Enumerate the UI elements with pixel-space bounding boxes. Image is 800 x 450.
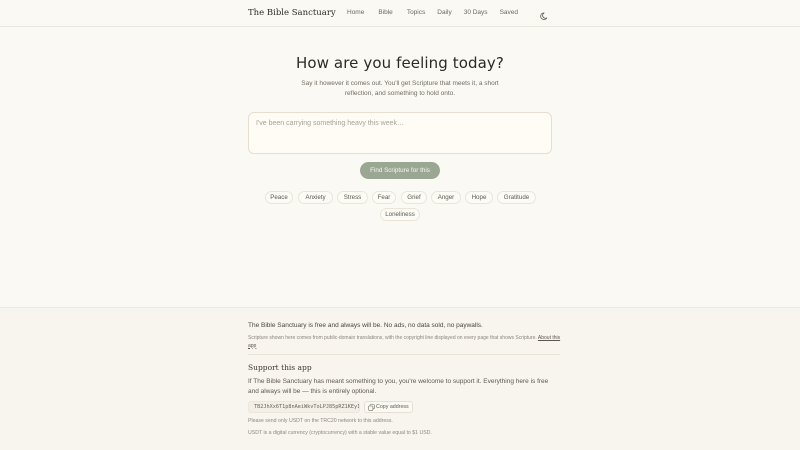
chip-anxiety[interactable]: Anxiety [298, 191, 333, 204]
chip-anger[interactable]: Anger [431, 191, 461, 204]
support-text: If The Bible Sanctuary has meant somethi… [248, 378, 549, 395]
nav-item-daily[interactable]: Daily [437, 9, 451, 16]
copyright-note: Scripture shown here comes from public-d… [248, 335, 568, 350]
wallet-address[interactable]: TB2JhXx6T1p8nAeiWkvToLPJ85pRZ1KEy1 [248, 401, 360, 413]
nav-item-home[interactable]: Home [347, 9, 364, 16]
page-title: How are you feeling today? [296, 54, 504, 72]
footer-divider [248, 354, 560, 355]
chip-hope[interactable]: Hope [465, 191, 493, 204]
chip-loneliness[interactable]: Loneliness [380, 208, 420, 221]
copy-icon [368, 404, 375, 411]
network-note: Please send only USDT on the TRC20 netwo… [248, 418, 393, 424]
copyright-note-text: Scripture shown here comes from public-d… [248, 335, 537, 341]
chip-gratitude[interactable]: Gratitude [497, 191, 536, 204]
page-subtitle: Say it however it comes out. You'll get … [301, 80, 499, 97]
support-title: Support this app [248, 363, 312, 372]
moon-icon[interactable] [540, 8, 550, 20]
chip-stress[interactable]: Stress [337, 191, 368, 204]
brand-logo-text[interactable]: The Bible Sanctuary [248, 8, 336, 18]
usdt-note: USDT is a digital currency (cryptocurren… [248, 430, 432, 436]
top-nav-bar: The Bible Sanctuary Home Bible Topics Da… [0, 0, 800, 27]
copy-address-label: Copy address [376, 404, 409, 410]
nav-item-topics[interactable]: Topics [407, 9, 425, 16]
main-nav: Home Bible Topics Daily 30 Days Saved [347, 9, 518, 16]
nav-item-saved[interactable]: Saved [500, 9, 518, 16]
chip-grief[interactable]: Grief [401, 191, 427, 204]
free-statement: The Bible Sanctuary is free and always w… [248, 322, 483, 329]
chip-fear[interactable]: Fear [372, 191, 396, 204]
feeling-input[interactable] [248, 112, 552, 154]
chip-peace[interactable]: Peace [265, 191, 293, 204]
nav-item-30-days[interactable]: 30 Days [464, 9, 488, 16]
find-scripture-button[interactable]: Find Scripture for this [360, 162, 440, 179]
nav-item-bible[interactable]: Bible [378, 9, 392, 16]
copy-address-button[interactable]: Copy address [364, 401, 413, 413]
